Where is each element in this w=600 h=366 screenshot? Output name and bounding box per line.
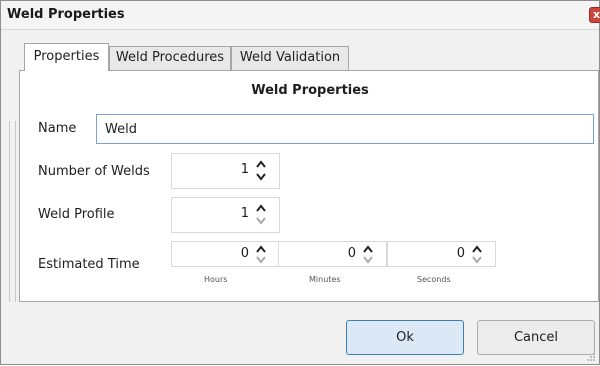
cancel-button[interactable]: Cancel: [477, 320, 595, 355]
weld-profile-value: 1: [240, 206, 249, 221]
number-of-welds-stepper[interactable]: 1: [171, 153, 280, 189]
number-of-welds-value: 1: [240, 162, 249, 177]
minutes-stepper[interactable]: 0: [278, 241, 387, 267]
tab-properties[interactable]: Properties: [24, 43, 109, 71]
close-button[interactable]: x: [589, 7, 600, 23]
minutes-unit-label: Minutes: [309, 275, 341, 284]
seconds-value: 0: [456, 246, 465, 261]
window-title: Weld Properties: [7, 7, 125, 22]
hours-unit-label: Hours: [204, 275, 228, 284]
seconds-stepper[interactable]: 0: [387, 241, 496, 267]
name-input[interactable]: [96, 114, 594, 144]
spin-up-icon[interactable]: [471, 244, 483, 254]
weld-profile-stepper[interactable]: 1: [171, 197, 280, 233]
button-bar: Ok Cancel: [1, 302, 599, 364]
tab-weld-validation[interactable]: Weld Validation: [231, 46, 349, 70]
number-of-welds-label: Number of Welds: [38, 164, 150, 179]
spin-down-icon[interactable]: [255, 172, 267, 182]
spin-down-icon[interactable]: [255, 216, 267, 226]
ok-button[interactable]: Ok: [346, 320, 464, 355]
seconds-unit-label: Seconds: [417, 275, 451, 284]
weld-profile-label: Weld Profile: [38, 207, 115, 222]
spin-up-icon[interactable]: [362, 244, 374, 254]
title-bar[interactable]: Weld Properties x: [1, 1, 600, 30]
spin-down-icon[interactable]: [255, 255, 267, 265]
spin-up-icon[interactable]: [255, 203, 267, 213]
spin-up-icon[interactable]: [255, 244, 267, 254]
minutes-value: 0: [347, 246, 356, 261]
tab-weld-procedures[interactable]: Weld Procedures: [109, 46, 231, 70]
hours-stepper[interactable]: 0: [171, 241, 280, 267]
section-title: Weld Properties: [251, 83, 369, 98]
estimated-time-label: Estimated Time: [38, 257, 140, 272]
hours-value: 0: [240, 246, 249, 261]
name-label: Name: [38, 121, 77, 136]
resize-grip-icon[interactable]: [586, 351, 596, 361]
dialog-window: Weld Properties x Properties Weld Proced…: [0, 0, 600, 365]
spin-down-icon[interactable]: [362, 255, 374, 265]
spin-up-icon[interactable]: [255, 159, 267, 169]
spin-down-icon[interactable]: [471, 255, 483, 265]
close-icon: x: [593, 8, 600, 21]
properties-panel: Weld Properties Name Number of Welds 1 W…: [19, 70, 599, 302]
